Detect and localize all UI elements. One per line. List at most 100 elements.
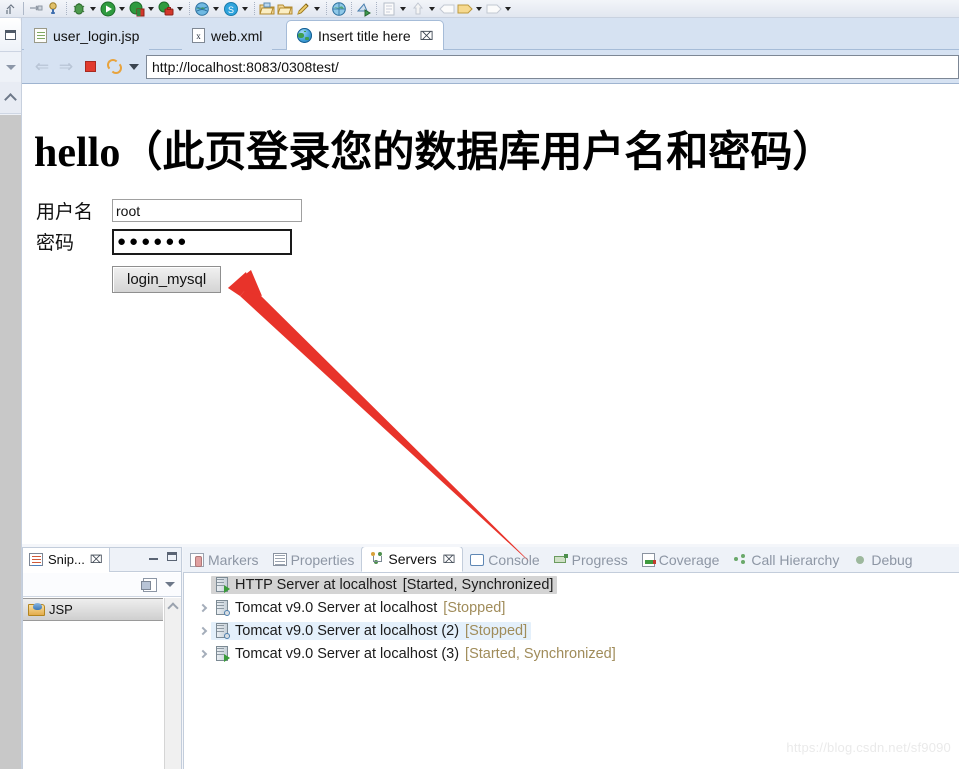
- new-snippet-icon[interactable]: [141, 577, 157, 592]
- servers-tab-row: Markers Properties Servers ⌧ Console Pro…: [183, 547, 959, 573]
- chevron-down-icon[interactable]: [240, 1, 249, 17]
- back-tag-icon[interactable]: [439, 1, 455, 17]
- tab-label: Progress: [571, 551, 628, 568]
- folder-icon: [28, 603, 45, 616]
- chevron-up-icon: [4, 92, 17, 106]
- run-as-server-icon[interactable]: [129, 1, 145, 17]
- password-input[interactable]: ●●●●●●: [112, 228, 292, 255]
- skype-icon[interactable]: S: [223, 1, 239, 17]
- run-server-icon[interactable]: [356, 1, 372, 17]
- chevron-down-icon[interactable]: [474, 1, 483, 17]
- server-entry[interactable]: Tomcat v9.0 Server at localhost (3) [Sta…: [211, 645, 620, 663]
- close-icon[interactable]: ⌧: [443, 553, 456, 566]
- search-icon[interactable]: [46, 1, 62, 17]
- server-stopped-icon: [215, 623, 230, 639]
- toolbar-separator: [66, 2, 67, 15]
- web-browser-icon[interactable]: [331, 1, 347, 17]
- tab-coverage[interactable]: Coverage: [635, 547, 727, 572]
- snippets-tab-label: Snip...: [48, 552, 85, 567]
- chevron-down-icon[interactable]: [175, 1, 184, 17]
- expand-toggle[interactable]: [195, 626, 211, 635]
- tab-console[interactable]: Console: [463, 547, 546, 572]
- next-tag-icon[interactable]: [486, 1, 502, 17]
- previous-annotation-icon[interactable]: [410, 1, 426, 17]
- chevron-down-icon[interactable]: [427, 1, 436, 17]
- chevron-down-icon[interactable]: [398, 1, 407, 17]
- tab-progress[interactable]: Progress: [547, 547, 635, 572]
- close-icon[interactable]: ⌧: [90, 553, 103, 566]
- restore-view-button[interactable]: [0, 18, 21, 52]
- close-icon[interactable]: ⌧: [420, 30, 434, 42]
- tab-label: Debug: [871, 551, 913, 568]
- list-item[interactable]: JSP: [23, 598, 163, 621]
- browser-page-content: hello（此页登录您的数据库用户名和密码） 用户名 root 密码 ●●●●●…: [22, 83, 959, 544]
- editor-tab-user-login-jsp[interactable]: user_login.jsp: [24, 21, 150, 50]
- server-running-icon: [215, 577, 230, 593]
- chevron-down-icon[interactable]: [211, 1, 220, 17]
- editor-tab-insert-title-here[interactable]: Insert title here ⌧: [286, 20, 445, 50]
- view-menu-icon[interactable]: [165, 582, 175, 587]
- server-name: HTTP Server at localhost: [235, 576, 397, 593]
- forward-tag-icon[interactable]: [457, 1, 473, 17]
- left-bar-filler: [0, 115, 21, 769]
- page-title: hello（此页登录您的数据库用户名和密码）: [34, 130, 835, 176]
- chevron-up-icon[interactable]: [167, 602, 179, 614]
- editor-tab-label: user_login.jsp: [53, 27, 140, 44]
- open-resource-icon[interactable]: [277, 1, 293, 17]
- chevron-down-icon[interactable]: [117, 1, 126, 17]
- snippets-scrollbar[interactable]: [164, 598, 181, 769]
- server-stopped-icon: [215, 600, 230, 616]
- minimize-icon[interactable]: [149, 553, 158, 560]
- table-row[interactable]: Tomcat v9.0 Server at localhost (2) [Sto…: [184, 619, 959, 642]
- external-tools-icon[interactable]: [28, 1, 44, 17]
- login-mysql-button[interactable]: login_mysql: [112, 266, 222, 293]
- table-row[interactable]: Tomcat v9.0 Server at localhost [Stopped…: [184, 596, 959, 619]
- server-status: [Stopped]: [443, 599, 506, 616]
- username-label: 用户名: [36, 202, 94, 223]
- server-entry[interactable]: Tomcat v9.0 Server at localhost [Stopped…: [211, 599, 509, 617]
- browser-stop-button[interactable]: [78, 55, 102, 79]
- tab-call-hierarchy[interactable]: Call Hierarchy: [726, 547, 846, 572]
- debug-icon[interactable]: [71, 1, 87, 17]
- view-menu-button[interactable]: [0, 53, 21, 81]
- debug-icon: [853, 553, 867, 567]
- svg-text:S: S: [228, 5, 234, 15]
- tab-snippets[interactable]: Snip... ⌧: [23, 547, 110, 572]
- chevron-down-icon[interactable]: [503, 1, 512, 17]
- table-row[interactable]: HTTP Server at localhost [Started, Synch…: [184, 573, 959, 596]
- tab-servers[interactable]: Servers ⌧: [361, 547, 464, 572]
- maximize-view-button[interactable]: [0, 82, 21, 114]
- username-input[interactable]: root: [112, 199, 302, 222]
- chevron-down-icon[interactable]: [312, 1, 321, 17]
- chevron-down-icon[interactable]: [146, 1, 155, 17]
- editor-tab-web-xml[interactable]: x web.xml: [182, 21, 273, 50]
- maximize-icon[interactable]: [167, 552, 177, 561]
- open-folder-icon[interactable]: [259, 1, 275, 17]
- table-row[interactable]: Tomcat v9.0 Server at localhost (3) [Sta…: [184, 642, 959, 665]
- console-icon: [470, 553, 485, 566]
- browser-refresh-button[interactable]: [102, 55, 126, 79]
- run-icon[interactable]: [100, 1, 116, 17]
- tab-properties[interactable]: Properties: [266, 547, 362, 572]
- toolbar-separator: [189, 2, 190, 15]
- new-pencil-icon[interactable]: [295, 1, 311, 17]
- run-last-tool-icon[interactable]: [3, 1, 19, 17]
- expand-toggle[interactable]: [195, 649, 211, 658]
- server-entry[interactable]: HTTP Server at localhost [Started, Synch…: [211, 575, 558, 594]
- chevron-down-icon[interactable]: [88, 1, 97, 17]
- call-hierarchy-icon: [733, 553, 747, 567]
- tab-markers[interactable]: Markers: [183, 547, 266, 572]
- browser-forward-button[interactable]: ⇒: [54, 55, 78, 79]
- open-web-browser-icon[interactable]: [194, 1, 210, 17]
- tab-debug[interactable]: Debug: [846, 547, 919, 572]
- restore-icon: [5, 29, 16, 40]
- url-input[interactable]: http://localhost:8083/0308test/: [146, 54, 959, 79]
- tab-label: Coverage: [658, 551, 720, 568]
- server-status: [Started, Synchronized]: [402, 576, 554, 593]
- url-history-dropdown[interactable]: [126, 55, 142, 79]
- browser-back-button[interactable]: ⇐: [30, 55, 54, 79]
- server-entry[interactable]: Tomcat v9.0 Server at localhost (2) [Sto…: [211, 621, 532, 640]
- expand-toggle[interactable]: [195, 603, 211, 612]
- profile-icon[interactable]: [158, 1, 174, 17]
- annotate-note-icon[interactable]: [381, 1, 397, 17]
